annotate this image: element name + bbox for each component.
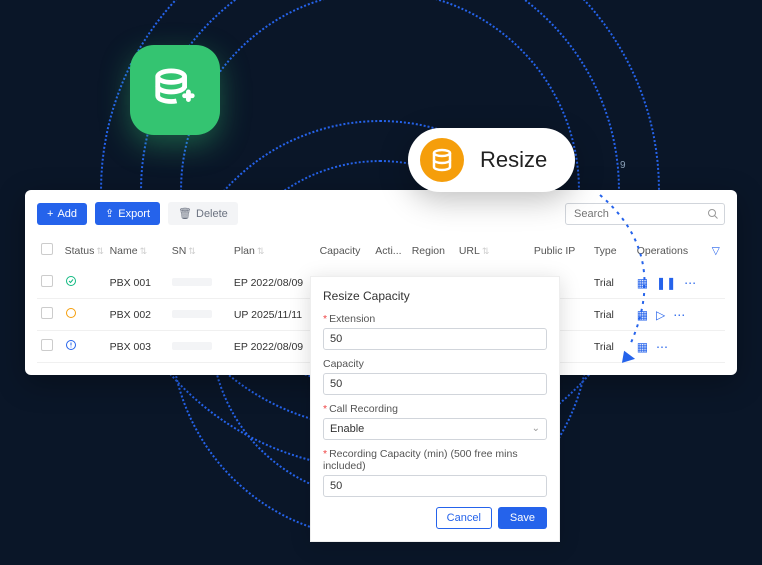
resize-pill: Resize [408,128,575,192]
call-recording-select[interactable]: Enable⌄ [323,418,547,440]
delete-button[interactable]: 🗑 Delete [168,202,238,225]
recording-capacity-label: *Recording Capacity (min) (500 free mins… [323,448,547,472]
add-button-label: Add [57,208,77,220]
col-url[interactable]: URL⇅ [455,235,530,267]
more-op-icon[interactable]: ⋯ [684,276,696,290]
more-op-icon[interactable]: ⋯ [656,340,668,354]
pause-op-icon[interactable]: ❚❚ [656,276,676,290]
sn-placeholder [172,342,212,350]
toolbar: + Add ⇪ Export 🗑 Delete [37,202,725,225]
resize-pill-label: Resize [480,147,547,173]
capacity-input[interactable]: 50 [323,373,547,395]
col-operations: Operations [633,235,708,267]
cell-plan: EP 2022/08/09 [230,331,316,363]
more-op-icon[interactable]: ⋯ [673,308,685,322]
capacity-label: Capacity [323,358,547,370]
col-sn[interactable]: SN⇅ [168,235,230,267]
cell-type: Trial [590,299,633,331]
sort-icon: ⇅ [140,246,148,257]
database-icon-circle [420,138,464,182]
col-capacity[interactable]: Capacity [316,235,372,267]
resize-capacity-modal: Resize Capacity *Extension 50 Capacity 5… [310,276,560,542]
sort-icon: ⇅ [96,246,104,257]
add-button[interactable]: + Add [37,203,87,225]
database-icon [430,148,454,172]
status-info-icon [65,339,77,351]
cell-type: Trial [590,267,633,299]
search-icon [707,208,719,220]
extension-input[interactable]: 50 [323,328,547,350]
search-wrap [565,203,725,225]
cell-plan: EP 2022/08/09 [230,267,316,299]
database-plus-icon [152,67,198,113]
cancel-button[interactable]: Cancel [436,507,492,529]
delete-button-label: Delete [196,208,228,220]
add-database-badge [130,45,220,135]
sort-icon: ⇅ [188,246,196,257]
sort-icon: ⇅ [257,246,265,257]
col-region[interactable]: Region [408,235,455,267]
select-all-checkbox[interactable] [41,243,53,255]
trash-icon: 🗑 [178,207,192,220]
row-checkbox[interactable] [41,339,53,351]
field-recording-capacity: *Recording Capacity (min) (500 free mins… [323,448,547,497]
modal-title: Resize Capacity [323,289,547,303]
field-call-recording: *Call Recording Enable⌄ [323,403,547,440]
save-button[interactable]: Save [498,507,547,529]
cell-name: PBX 002 [106,299,168,331]
row-checkbox[interactable] [41,275,53,287]
sn-placeholder [172,278,212,286]
export-button-label: Export [118,208,150,220]
export-icon: ⇪ [105,207,114,220]
col-plan[interactable]: Plan⇅ [230,235,316,267]
resize-op-icon[interactable]: ▦ [637,340,648,354]
recording-capacity-input[interactable]: 50 [323,475,547,497]
plus-icon: + [47,208,53,220]
call-recording-label: *Call Recording [323,403,547,415]
cell-name: PBX 001 [106,267,168,299]
export-button[interactable]: ⇪ Export [95,202,160,225]
filter-icon[interactable]: ▽ [712,245,720,257]
extension-label: *Extension [323,313,547,325]
col-name[interactable]: Name⇅ [106,235,168,267]
col-status[interactable]: Status⇅ [61,235,106,267]
sn-placeholder [172,310,212,318]
table-header-row: Status⇅ Name⇅ SN⇅ Plan⇅ Capacity Acti...… [37,235,725,267]
chevron-down-icon: ⌄ [532,423,540,434]
field-extension: *Extension 50 [323,313,547,350]
field-capacity: Capacity 50 [323,358,547,395]
play-op-icon[interactable]: ▷ [656,308,665,322]
status-ok-icon [65,275,77,287]
status-warn-icon [65,307,77,319]
cell-name: PBX 003 [106,331,168,363]
col-public-ip[interactable]: Public IP [530,235,590,267]
modal-actions: Cancel Save [323,507,547,529]
cell-plan: UP 2025/11/11 [230,299,316,331]
resize-op-icon[interactable]: ▦ [637,276,648,290]
decor-nine: 9 [620,160,626,171]
col-type[interactable]: Type [590,235,633,267]
sort-icon: ⇅ [482,246,490,257]
resize-op-icon[interactable]: ▦ [637,308,648,322]
col-acti[interactable]: Acti... [371,235,407,267]
row-checkbox[interactable] [41,307,53,319]
search-input[interactable] [565,203,725,225]
